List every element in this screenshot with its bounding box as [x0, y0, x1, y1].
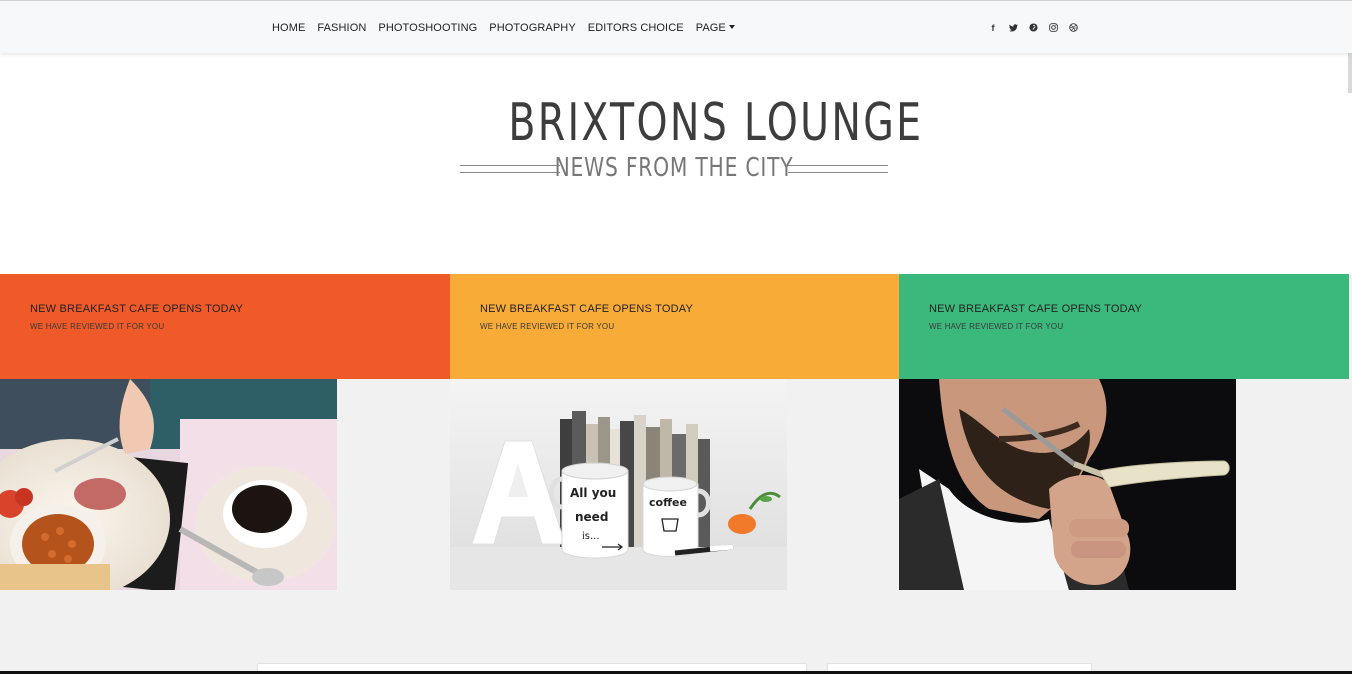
main-menu: HOME FASHION PHOTOSHOOTING PHOTOGRAPHY E… — [272, 1, 747, 54]
card-banner: NEW BREAKFAST CAFE OPENS TODAY WE HAVE R… — [0, 274, 450, 379]
nav-page-label: PAGE — [695, 21, 726, 34]
logo-subtitle-row: NEWS FROM THE CITY — [456, 151, 892, 185]
card-subtitle: WE HAVE REVIEWED IT FOR YOU — [929, 322, 1064, 331]
site-title: BRIXTONS LOUNGE — [508, 93, 924, 153]
nav-photography[interactable]: PHOTOGRAPHY — [489, 22, 575, 34]
top-navigation-bar: HOME FASHION PHOTOSHOOTING PHOTOGRAPHY E… — [0, 0, 1352, 53]
pinterest-icon[interactable] — [1026, 21, 1040, 35]
nav-fashion[interactable]: FASHION — [317, 22, 366, 34]
nav-home[interactable]: HOME — [272, 22, 305, 34]
twitter-icon[interactable] — [1006, 21, 1020, 35]
caret-down-icon — [728, 24, 735, 29]
card-banner: NEW BREAKFAST CAFE OPENS TODAY WE HAVE R… — [450, 274, 900, 379]
beard-shave-photo[interactable] — [899, 379, 1236, 590]
scrollbar-thumb[interactable] — [1348, 53, 1352, 93]
nav-page-dropdown[interactable]: PAGE — [696, 22, 735, 34]
card-banner: NEW BREAKFAST CAFE OPENS TODAY WE HAVE R… — [899, 274, 1349, 379]
featured-card[interactable]: NEW BREAKFAST CAFE OPENS TODAY WE HAVE R… — [450, 274, 900, 590]
featured-card[interactable]: NEW BREAKFAST CAFE OPENS TODAY WE HAVE R… — [899, 274, 1349, 590]
card-title[interactable]: NEW BREAKFAST CAFE OPENS TODAY — [30, 303, 420, 315]
site-logo[interactable]: BRIXTONS LOUNGE NEWS FROM THE CITY — [456, 93, 924, 185]
card-title[interactable]: NEW BREAKFAST CAFE OPENS TODAY — [480, 303, 870, 315]
card-title[interactable]: NEW BREAKFAST CAFE OPENS TODAY — [929, 303, 1319, 315]
nav-photoshooting[interactable]: PHOTOSHOOTING — [378, 22, 477, 34]
mug-right-text: coffee — [649, 496, 687, 509]
breakfast-photo[interactable] — [0, 379, 337, 590]
mug-left-text-2: need — [575, 510, 608, 524]
instagram-icon[interactable] — [1046, 21, 1060, 35]
mug-left-text-1: All you — [570, 486, 616, 500]
site-header: BRIXTONS LOUNGE NEWS FROM THE CITY — [0, 53, 1352, 274]
site-tagline: NEWS FROM THE CITY — [554, 153, 794, 183]
mug-left-text-3: is... — [582, 531, 600, 542]
social-links: f — [986, 1, 1086, 54]
featured-cards: NEW BREAKFAST CAFE OPENS TODAY WE HAVE R… — [0, 274, 1352, 590]
card-subtitle: WE HAVE REVIEWED IT FOR YOU — [30, 322, 165, 331]
dribbble-icon[interactable] — [1066, 21, 1080, 35]
nav-editors-choice[interactable]: EDITORS CHOICE — [588, 22, 684, 34]
coffee-mugs-photo[interactable]: All you need is... coffee — [450, 379, 787, 590]
facebook-icon[interactable]: f — [986, 21, 1000, 35]
featured-card[interactable]: NEW BREAKFAST CAFE OPENS TODAY WE HAVE R… — [0, 274, 450, 590]
card-subtitle: WE HAVE REVIEWED IT FOR YOU — [480, 322, 615, 331]
